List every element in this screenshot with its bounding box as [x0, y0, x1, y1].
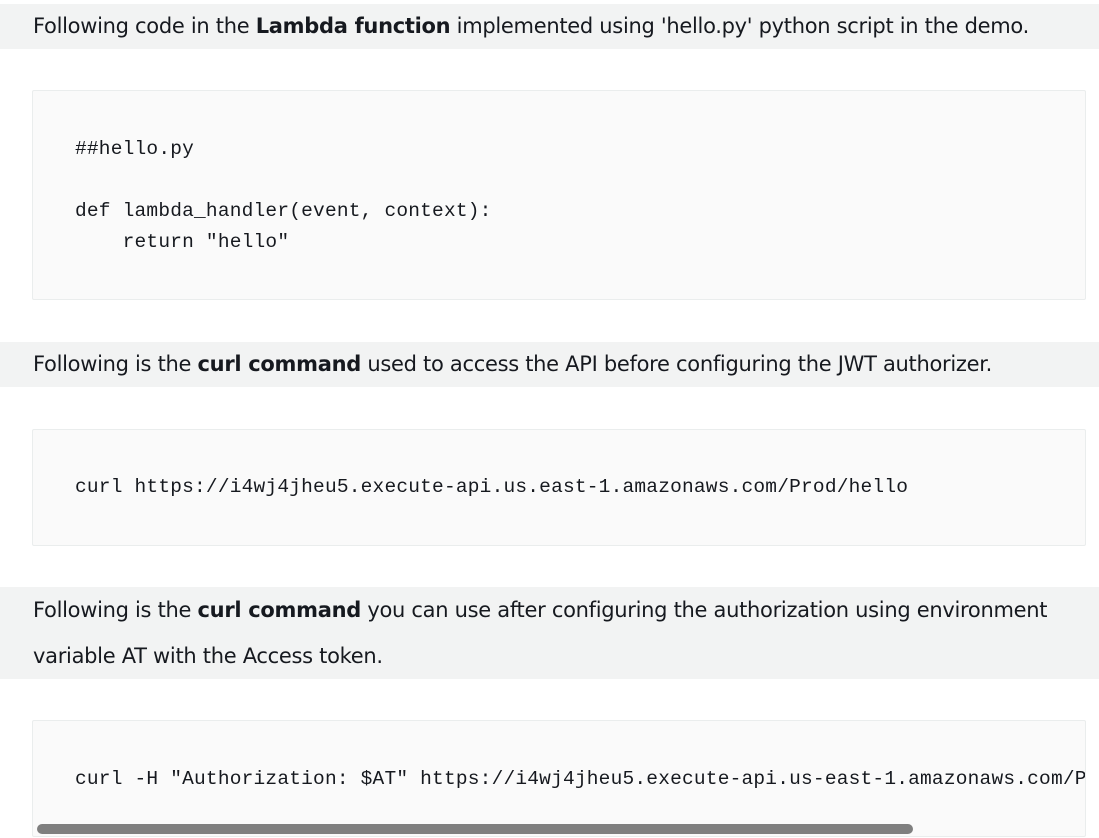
paragraph-curl-before-auth: Following is the curl command used to ac… — [0, 342, 1099, 387]
paragraph-curl-after-auth: Following is the curl command you can us… — [0, 587, 1099, 679]
horizontal-scrollbar[interactable] — [33, 822, 1085, 836]
paragraph-lambda-intro: Following code in the Lambda function im… — [0, 4, 1099, 49]
bold-text-lambda-function: Lambda function — [255, 14, 451, 38]
text-segment: Following code in the — [33, 14, 256, 38]
code-block-curl-unauthenticated[interactable]: curl https://i4wj4jheu5.execute-api.us.e… — [32, 429, 1086, 546]
code-line: def lambda_handler(event, context): — [75, 200, 492, 222]
text-segment: Following is the — [33, 598, 198, 622]
code-line: ##hello.py — [75, 138, 195, 160]
code-block-curl-authorized[interactable]: curl -H "Authorization: $AT" https://i4w… — [32, 720, 1086, 837]
text-segment: implemented using 'hello.py' python scri… — [450, 14, 1030, 38]
code-line: curl https://i4wj4jheu5.execute-api.us.e… — [75, 476, 909, 498]
code-block-hello-py[interactable]: ##hello.py def lambda_handler(event, con… — [32, 90, 1086, 300]
text-segment: used to access the API before configurin… — [360, 352, 993, 376]
bold-text-curl-command: curl command — [197, 352, 362, 376]
scrollbar-thumb[interactable] — [37, 824, 913, 834]
code-line: curl -H "Authorization: $AT" https://i4w… — [75, 768, 1086, 790]
bold-text-curl-command: curl command — [197, 598, 362, 622]
code-line: return "hello" — [75, 231, 290, 253]
text-segment: Following is the — [33, 352, 198, 376]
